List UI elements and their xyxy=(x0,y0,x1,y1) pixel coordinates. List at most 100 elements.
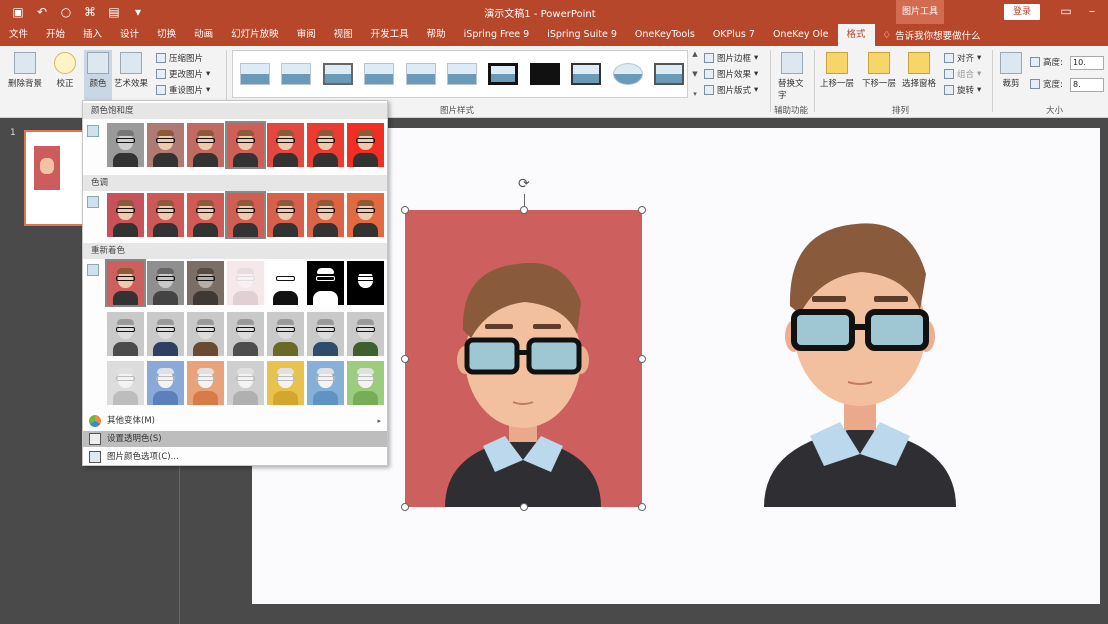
tone-swatch-3[interactable] xyxy=(187,193,224,237)
tone-swatch-4[interactable] xyxy=(225,191,266,239)
tab-transitions[interactable]: 切换 xyxy=(148,24,185,46)
customize-icon[interactable]: ▾ xyxy=(130,5,146,19)
saturation-swatch-1[interactable] xyxy=(107,123,144,167)
picture-style-10[interactable] xyxy=(610,59,645,89)
picture-style-7[interactable] xyxy=(486,59,521,89)
picture-style-1[interactable] xyxy=(237,59,272,89)
selected-picture[interactable] xyxy=(405,210,642,507)
picture-style-3[interactable] xyxy=(320,59,355,89)
color-button[interactable]: 颜色 xyxy=(84,50,112,104)
reset-picture-button[interactable]: 重设图片 ▾ xyxy=(156,84,210,96)
resize-handle-se[interactable] xyxy=(638,503,646,511)
picture-color-options-menu-item[interactable]: 图片颜色选项(C)... xyxy=(83,449,387,465)
recolor-swatch-1-1[interactable] xyxy=(105,259,146,307)
recolor-swatch-3-2[interactable] xyxy=(147,361,184,405)
tab-onekeytools[interactable]: OneKeyTools xyxy=(626,24,704,46)
format-painter-icon[interactable]: ⌘ xyxy=(82,5,98,19)
saturation-swatch-4[interactable] xyxy=(225,121,266,169)
tab-slideshow[interactable]: 幻灯片放映 xyxy=(222,24,288,46)
slide-thumbnail-1[interactable] xyxy=(24,130,86,226)
saturation-swatch-7[interactable] xyxy=(347,123,384,167)
resize-handle-sw[interactable] xyxy=(401,503,409,511)
picture-style-9[interactable] xyxy=(569,59,604,89)
gallery-scroll[interactable]: ▲ ▼ ▾ xyxy=(690,50,700,98)
recolor-swatch-1-7[interactable] xyxy=(347,261,384,305)
tab-format[interactable]: 格式 xyxy=(837,24,875,46)
picture-style-8[interactable] xyxy=(527,59,562,89)
tab-ispring-suite[interactable]: iSpring Suite 9 xyxy=(538,24,626,46)
group-button[interactable]: 组合 ▾ xyxy=(944,68,981,80)
saturation-swatch-2[interactable] xyxy=(147,123,184,167)
picture-style-4[interactable] xyxy=(361,59,396,89)
saturation-swatch-5[interactable] xyxy=(267,123,304,167)
tab-insert[interactable]: 插入 xyxy=(74,24,111,46)
resize-handle-e[interactable] xyxy=(638,355,646,363)
tone-swatch-5[interactable] xyxy=(267,193,304,237)
recolor-swatch-3-1[interactable] xyxy=(107,361,144,405)
gallery-more-icon[interactable]: ▾ xyxy=(693,90,697,98)
recolor-swatch-1-2[interactable] xyxy=(147,261,184,305)
more-variations-menu-item[interactable]: 其他变体(M) ▸ xyxy=(83,413,387,429)
height-input[interactable]: 10. xyxy=(1070,56,1104,70)
resize-handle-n[interactable] xyxy=(520,206,528,214)
tab-developer[interactable]: 开发工具 xyxy=(362,24,418,46)
bring-forward-button[interactable]: 上移一层 xyxy=(820,52,854,89)
tone-swatch-2[interactable] xyxy=(147,193,184,237)
rotate-button[interactable]: 旋转 ▾ xyxy=(944,84,981,96)
change-picture-button[interactable]: 更改图片 ▾ xyxy=(156,68,210,80)
saturation-swatch-3[interactable] xyxy=(187,123,224,167)
recolor-swatch-2-3[interactable] xyxy=(187,312,224,356)
picture-style-2[interactable] xyxy=(278,59,313,89)
minimize-icon[interactable]: – xyxy=(1084,4,1100,18)
redo-icon[interactable]: ○ xyxy=(58,5,74,19)
tab-home[interactable]: 开始 xyxy=(37,24,74,46)
scroll-up-icon[interactable]: ▲ xyxy=(692,50,697,58)
recolor-swatch-2-2[interactable] xyxy=(147,312,184,356)
tell-me-box[interactable]: ♢ 告诉我你想要做什么 xyxy=(875,28,981,43)
resize-handle-s[interactable] xyxy=(520,503,528,511)
tone-swatch-1[interactable] xyxy=(107,193,144,237)
resize-handle-ne[interactable] xyxy=(638,206,646,214)
recolor-swatch-1-3[interactable] xyxy=(187,261,224,305)
tab-design[interactable]: 设计 xyxy=(111,24,148,46)
tab-review[interactable]: 审阅 xyxy=(288,24,325,46)
recolor-swatch-1-5[interactable] xyxy=(267,261,304,305)
picture-layout-button[interactable]: 图片版式 ▾ xyxy=(704,84,758,96)
resize-handle-w[interactable] xyxy=(401,355,409,363)
recolor-swatch-1-4[interactable] xyxy=(227,261,264,305)
compress-pictures-button[interactable]: 压缩图片 xyxy=(156,52,203,64)
picture-style-5[interactable] xyxy=(403,59,438,89)
tab-file[interactable]: 文件 xyxy=(0,24,37,46)
paste-icon[interactable]: ▤ xyxy=(106,5,122,19)
recolor-swatch-2-4[interactable] xyxy=(227,312,264,356)
picture-style-6[interactable] xyxy=(444,59,479,89)
send-backward-button[interactable]: 下移一层 xyxy=(862,52,896,89)
tab-view[interactable]: 视图 xyxy=(325,24,362,46)
tone-swatch-7[interactable] xyxy=(347,193,384,237)
tone-swatch-6[interactable] xyxy=(307,193,344,237)
transparent-picture[interactable] xyxy=(760,210,960,507)
saturation-swatch-6[interactable] xyxy=(307,123,344,167)
tab-okplus[interactable]: OKPlus 7 xyxy=(704,24,764,46)
rotate-handle-icon[interactable]: ⟳ xyxy=(518,176,530,192)
undo-icon[interactable]: ↶ xyxy=(34,5,50,19)
recolor-swatch-3-7[interactable] xyxy=(347,361,384,405)
tab-help[interactable]: 帮助 xyxy=(418,24,455,46)
recolor-swatch-2-1[interactable] xyxy=(107,312,144,356)
picture-effects-button[interactable]: 图片效果 ▾ xyxy=(704,68,758,80)
artistic-effects-button[interactable]: 艺术效果 xyxy=(114,52,148,89)
recolor-swatch-3-4[interactable] xyxy=(227,361,264,405)
align-button[interactable]: 对齐 ▾ xyxy=(944,52,981,64)
selection-pane-button[interactable]: 选择窗格 xyxy=(902,52,936,89)
set-transparent-color-menu-item[interactable]: 设置透明色(S) xyxy=(83,431,387,447)
ribbon-options-icon[interactable]: ▭ xyxy=(1058,4,1074,18)
crop-button[interactable]: 裁剪 xyxy=(1000,52,1022,89)
recolor-swatch-1-6[interactable] xyxy=(307,261,344,305)
tab-animations[interactable]: 动画 xyxy=(185,24,222,46)
save-icon[interactable]: ▣ xyxy=(10,5,26,19)
scroll-down-icon[interactable]: ▼ xyxy=(692,70,697,78)
width-input[interactable]: 8. xyxy=(1070,78,1104,92)
tab-onekey-ole[interactable]: OneKey Ole xyxy=(764,24,838,46)
picture-style-11[interactable] xyxy=(652,59,687,89)
picture-border-button[interactable]: 图片边框 ▾ xyxy=(704,52,758,64)
